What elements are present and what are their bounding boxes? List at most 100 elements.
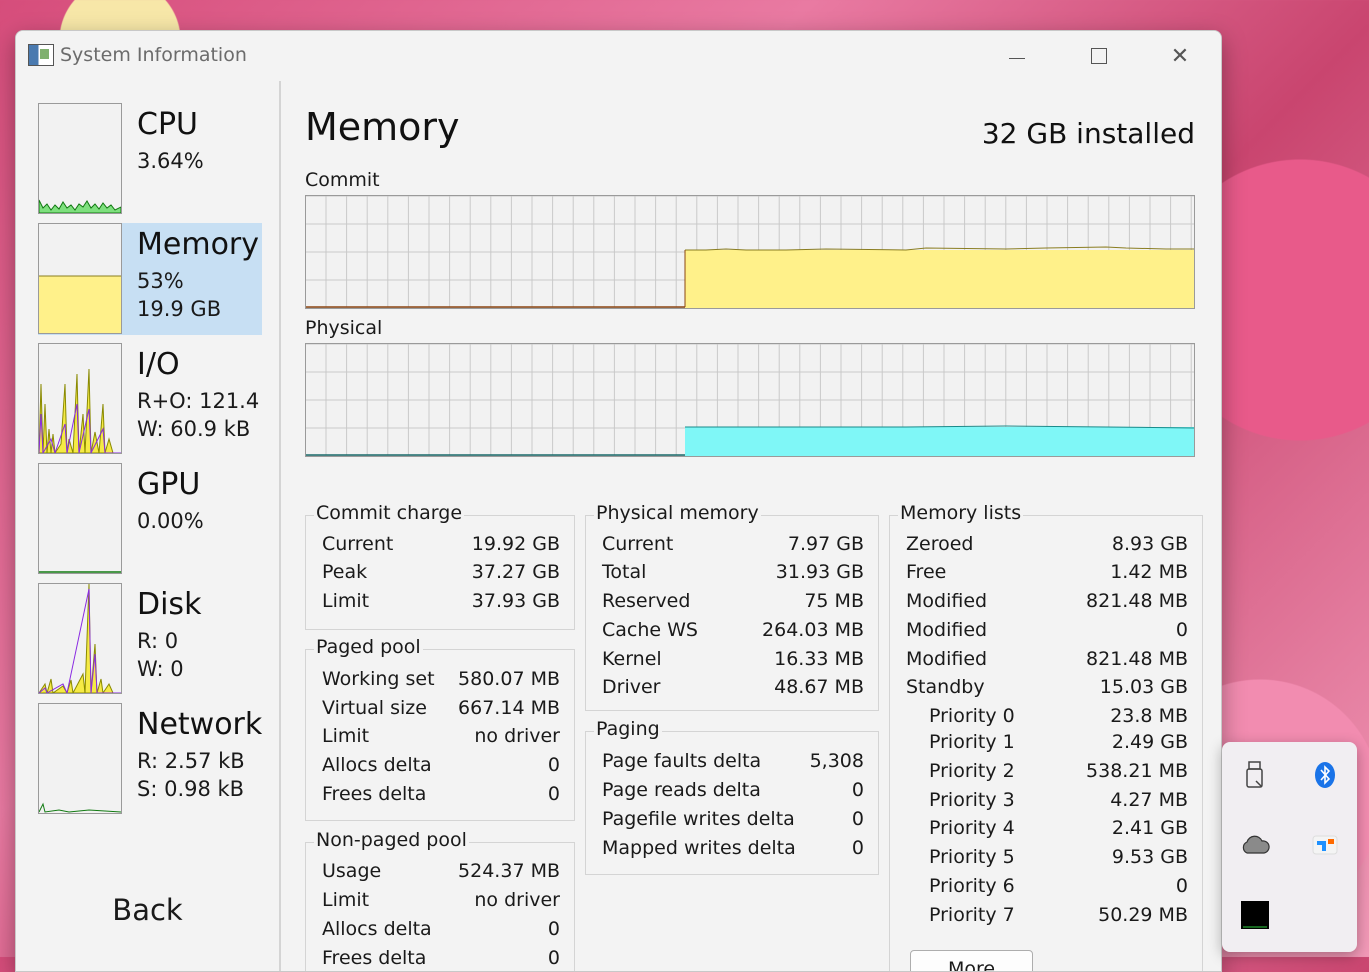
row-key: Usage: [322, 860, 382, 882]
table-row: Usage 524.37 MB: [322, 860, 560, 889]
commit-graph-label: Commit: [305, 169, 380, 191]
row-key: Page faults delta: [602, 750, 762, 772]
sidebar-item-network[interactable]: Network R: 2.57 kB S: 0.98 kB: [38, 703, 262, 815]
sidebar-item-memory[interactable]: Memory 53% 19.9 GB: [38, 223, 262, 335]
row-key: Priority 5: [929, 846, 1015, 868]
row-value: 538.21 MB: [1086, 760, 1188, 782]
paged-pool-group: Paged pool Working set 580.07 MB Virtual …: [305, 636, 575, 821]
table-row: Virtual size 667.14 MB: [322, 697, 560, 726]
sidebar-item-io[interactable]: I/O R+O: 121.4 W: 60.9 kB: [38, 343, 262, 455]
maximize-button[interactable]: [1076, 41, 1122, 71]
row-key: Allocs delta: [322, 754, 432, 776]
network-mini-graph: [38, 703, 122, 814]
group-title: Commit charge: [314, 502, 465, 524]
physical-graph: [305, 343, 1195, 457]
row-value: 821.48 MB: [1086, 590, 1188, 612]
physical-memory-group: Physical memory Current 7.97 GB Total 31.9…: [585, 502, 879, 711]
bluetooth-icon[interactable]: [1310, 760, 1340, 790]
sidebar-item-label: Memory: [137, 227, 260, 262]
close-icon: ✕: [1170, 43, 1190, 69]
group-title: Paging: [594, 718, 662, 740]
sidebar: CPU 3.64% Memory 53% 19.9 GB I/O R+O: 12…: [16, 81, 281, 971]
cpu-mini-graph: [38, 103, 122, 214]
row-key: Cache WS: [602, 619, 698, 641]
row-key: Priority 3: [929, 789, 1015, 811]
app-tray-icon[interactable]: [1310, 830, 1340, 860]
row-value: 0: [547, 754, 560, 776]
group-title: Non-paged pool: [314, 829, 469, 851]
sidebar-item-gpu[interactable]: GPU 0.00%: [38, 463, 262, 575]
list-item: Standby 15.03 GB: [906, 676, 1188, 705]
row-value: 48.67 MB: [774, 676, 864, 698]
row-key: Peak: [322, 561, 368, 583]
row-key: Priority 7: [929, 904, 1015, 926]
sidebar-item-value: R: 2.57 kB: [137, 749, 245, 773]
list-item: Priority 3 4.27 MB: [906, 789, 1188, 818]
back-button[interactable]: Back: [16, 893, 279, 927]
row-value: 580.07 MB: [458, 668, 560, 690]
paging-group: Paging Page faults delta 5,308 Page reads…: [585, 718, 879, 875]
row-value: 16.33 MB: [774, 648, 864, 670]
table-row: Limit no driver: [322, 889, 560, 918]
sidebar-item-value-2: W: 0: [137, 657, 184, 681]
sidebar-item-cpu[interactable]: CPU 3.64%: [38, 103, 262, 215]
memory-lists-group: Memory lists Zeroed 8.93 GB Free 1.42 MB M…: [889, 502, 1203, 971]
row-key: Priority 0: [929, 705, 1015, 727]
list-item: Priority 4 2.41 GB: [906, 817, 1188, 846]
non-paged-pool-group: Non-paged pool Usage 524.37 MB Limit no dr…: [305, 829, 575, 971]
table-row: Pagefile writes delta 0: [602, 808, 864, 837]
close-button[interactable]: ✕: [1157, 41, 1203, 71]
table-row: Current 19.92 GB: [322, 533, 560, 562]
row-key: Standby: [906, 676, 985, 698]
row-key: Modified: [906, 648, 988, 670]
table-row: Cache WS 264.03 MB: [602, 619, 864, 648]
commit-graph-svg: [306, 196, 1194, 308]
row-key: Reserved: [602, 590, 691, 612]
table-row: Working set 580.07 MB: [322, 668, 560, 697]
window-title: System Information: [60, 44, 247, 66]
row-value: 50.29 MB: [1098, 904, 1188, 926]
row-key: Pagefile writes delta: [602, 808, 795, 830]
disk-mini-graph: [38, 583, 122, 694]
list-item: Priority 7 50.29 MB: [906, 904, 1188, 933]
row-value: 0: [547, 783, 560, 805]
sidebar-item-value: R: 0: [137, 629, 179, 653]
row-key: Limit: [322, 590, 370, 612]
row-value: 31.93 GB: [775, 561, 864, 583]
row-key: Mapped writes delta: [602, 837, 796, 859]
row-key: Page reads delta: [602, 779, 761, 801]
onedrive-cloud-icon[interactable]: [1240, 830, 1270, 860]
sidebar-item-value-2: W: 60.9 kB: [137, 417, 251, 441]
list-item: Modified 821.48 MB: [906, 590, 1188, 619]
system-info-tray-icon[interactable]: [1240, 900, 1270, 930]
row-key: Limit: [322, 889, 370, 911]
title-bar[interactable]: System Information ✕: [16, 31, 1221, 81]
sidebar-item-disk[interactable]: Disk R: 0 W: 0: [38, 583, 262, 695]
usb-drive-icon[interactable]: [1240, 760, 1270, 790]
row-key: Zeroed: [906, 533, 974, 555]
sidebar-item-value: R+O: 121.4: [137, 389, 260, 413]
list-item: Priority 1 2.49 GB: [906, 731, 1188, 760]
commit-charge-group: Commit charge Current 19.92 GB Peak 37.27 …: [305, 502, 575, 630]
row-value: 2.41 GB: [1111, 817, 1188, 839]
table-row: Mapped writes delta 0: [602, 837, 864, 866]
physical-graph-label: Physical: [305, 317, 383, 339]
sidebar-item-value-2: S: 0.98 kB: [137, 777, 245, 801]
maximize-icon: [1091, 48, 1107, 64]
row-value: no driver: [474, 889, 560, 911]
row-value: 524.37 MB: [458, 860, 560, 882]
row-value: 0: [851, 779, 864, 801]
sidebar-item-label: I/O: [137, 347, 180, 382]
table-row: Limit no driver: [322, 725, 560, 754]
more-button[interactable]: More: [910, 950, 1033, 971]
sidebar-item-label: Network: [137, 707, 263, 742]
row-value: 23.8 MB: [1110, 705, 1188, 727]
row-value: 264.03 MB: [762, 619, 864, 641]
row-key: Modified: [906, 590, 988, 612]
table-row: Reserved 75 MB: [602, 590, 864, 619]
minimize-button[interactable]: [994, 41, 1040, 71]
row-value: 0: [851, 837, 864, 859]
table-row: Total 31.93 GB: [602, 561, 864, 590]
tray-overflow-flyout: [1222, 742, 1357, 952]
row-key: Working set: [322, 668, 435, 690]
